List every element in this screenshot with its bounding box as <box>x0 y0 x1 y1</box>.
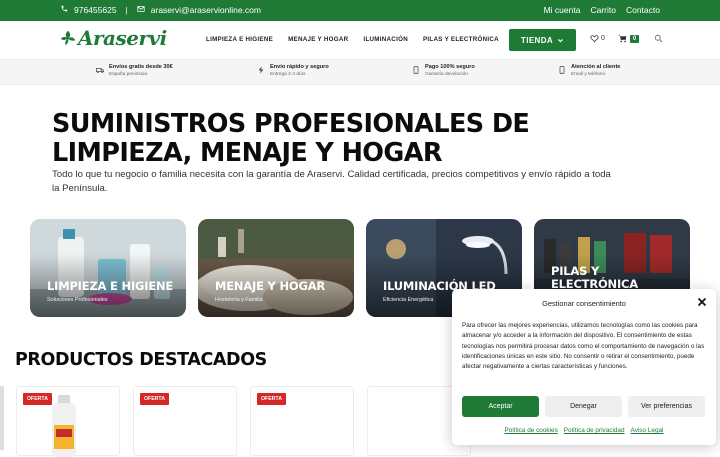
cart-icon <box>618 34 627 43</box>
accept-button[interactable]: Aceptar <box>462 396 539 417</box>
category-subtitle: Eficiencia Energética <box>383 297 434 303</box>
feature-subtitle: Garantía devolución <box>425 72 468 77</box>
detergent-bottle-image <box>52 395 76 457</box>
truck-icon <box>96 68 104 74</box>
feature-title: Envío rápido y seguro <box>270 64 329 70</box>
feature-title: Atención al cliente <box>571 64 621 70</box>
cart-link[interactable]: Carrito <box>590 5 616 15</box>
feature-subtitle: Entrega 2-4 días <box>270 72 306 77</box>
nav-item-iluminacion[interactable]: ILUMINACIÓN <box>363 36 408 43</box>
nav-item-menaje[interactable]: MENAJE Y HOGAR <box>288 36 348 43</box>
heart-icon <box>590 35 599 43</box>
deny-button[interactable]: Denegar <box>545 396 622 417</box>
wishlist-count: 0 <box>601 35 605 42</box>
shop-button[interactable]: TIENDA <box>509 29 576 51</box>
main-header: Araservi LIMPIEZA E HIGIENE MENAJE Y HOG… <box>0 21 720 60</box>
consent-links: Política de cookies Política de privacid… <box>452 427 716 434</box>
category-title: MENAJE Y HOGAR <box>215 279 326 293</box>
phone-icon <box>413 66 419 74</box>
logo-text: Araservi <box>78 26 167 50</box>
separator: | <box>125 5 128 15</box>
cart-button[interactable]: 0 <box>618 34 640 43</box>
hero-title-line-2: LIMPIEZA, MENAJE Y HOGAR <box>52 138 442 168</box>
feature-secure-payment: Pago 100% seguro Garantía devolución <box>412 64 475 77</box>
hero-title-line-1: SUMINISTROS PROFESIONALES DE <box>52 109 530 139</box>
logo-leaf-icon <box>60 30 76 46</box>
email-address[interactable]: araservi@araservionline.com <box>151 5 261 15</box>
consent-body: Para ofrecer las mejores experiencias, u… <box>462 322 705 371</box>
feature-subtitle: España peninsula <box>109 72 148 77</box>
wishlist-button[interactable]: 0 <box>590 34 605 43</box>
product-card[interactable]: OFERTA <box>133 386 237 456</box>
category-card-limpieza[interactable]: LIMPIEZA E HIGIENE Soluciones Profesiona… <box>30 219 186 317</box>
hero-subtitle: Todo lo que tu negocio o familia necesit… <box>52 169 611 194</box>
feature-free-shipping: Envíos gratis desde 30€ España peninsula <box>96 64 173 77</box>
my-account-link[interactable]: Mi cuenta <box>544 5 581 15</box>
phone-icon <box>60 5 68 15</box>
product-card[interactable]: OFERTA <box>250 386 354 456</box>
featured-products-title: PRODUCTOS DESTACADOS <box>15 350 267 370</box>
offer-badge: OFERTA <box>257 393 286 405</box>
contact-link[interactable]: Contacto <box>626 5 660 15</box>
product-card[interactable]: OFERTA <box>16 386 120 457</box>
feature-subtitle: Email y teléfono <box>571 72 606 77</box>
shop-button-label: TIENDA <box>520 35 554 45</box>
cart-count-badge: 0 <box>629 34 640 43</box>
chevron-down-icon <box>558 38 564 42</box>
privacy-policy-link[interactable]: Política de privacidad <box>564 427 625 434</box>
feature-fast-shipping: Envío rápido y seguro Entrega 2-4 días <box>257 64 329 77</box>
offer-badge: OFERTA <box>140 393 169 405</box>
phone-icon <box>559 66 565 74</box>
nav-item-pilas[interactable]: PILAS Y ELECTRÓNICA <box>423 36 499 43</box>
bolt-icon <box>258 66 264 74</box>
category-subtitle: Hostelería y Familia <box>215 297 263 303</box>
category-subtitle: Soluciones Profesionales <box>47 297 108 303</box>
hero-title: SUMINISTROS PROFESIONALES DE LIMPIEZA, M… <box>52 110 652 168</box>
top-bar: 976455625 | araservi@araservionline.com … <box>0 0 720 21</box>
feature-customer-service: Atención al cliente Email y teléfono <box>558 64 620 77</box>
cookie-policy-link[interactable]: Política de cookies <box>505 427 558 434</box>
category-card-menaje[interactable]: MENAJE Y HOGAR Hostelería y Familia <box>198 219 354 317</box>
legal-notice-link[interactable]: Aviso Legal <box>631 427 664 434</box>
site-logo[interactable]: Araservi <box>60 26 167 50</box>
nav-item-limpieza[interactable]: LIMPIEZA E HIGIENE <box>206 36 273 43</box>
features-strip: Envíos gratis desde 30€ España peninsula … <box>0 60 720 85</box>
feature-title: Envíos gratis desde 30€ <box>109 64 173 70</box>
close-icon[interactable] <box>696 296 708 308</box>
carousel-left-edge <box>0 386 4 450</box>
phone-number[interactable]: 976455625 <box>74 5 117 15</box>
category-title: PILAS Y ELECTRÓNICA <box>551 264 638 291</box>
cookie-consent-dialog: Gestionar consentimiento Para ofrecer la… <box>452 289 716 445</box>
mail-icon <box>137 5 145 15</box>
category-title: LIMPIEZA E HIGIENE <box>47 279 174 293</box>
consent-title: Gestionar consentimiento <box>542 299 626 308</box>
feature-title: Pago 100% seguro <box>425 64 475 70</box>
preferences-button[interactable]: Ver preferencias <box>628 396 705 417</box>
search-icon[interactable] <box>654 34 663 43</box>
main-nav: LIMPIEZA E HIGIENE MENAJE Y HOGAR ILUMIN… <box>206 36 499 43</box>
